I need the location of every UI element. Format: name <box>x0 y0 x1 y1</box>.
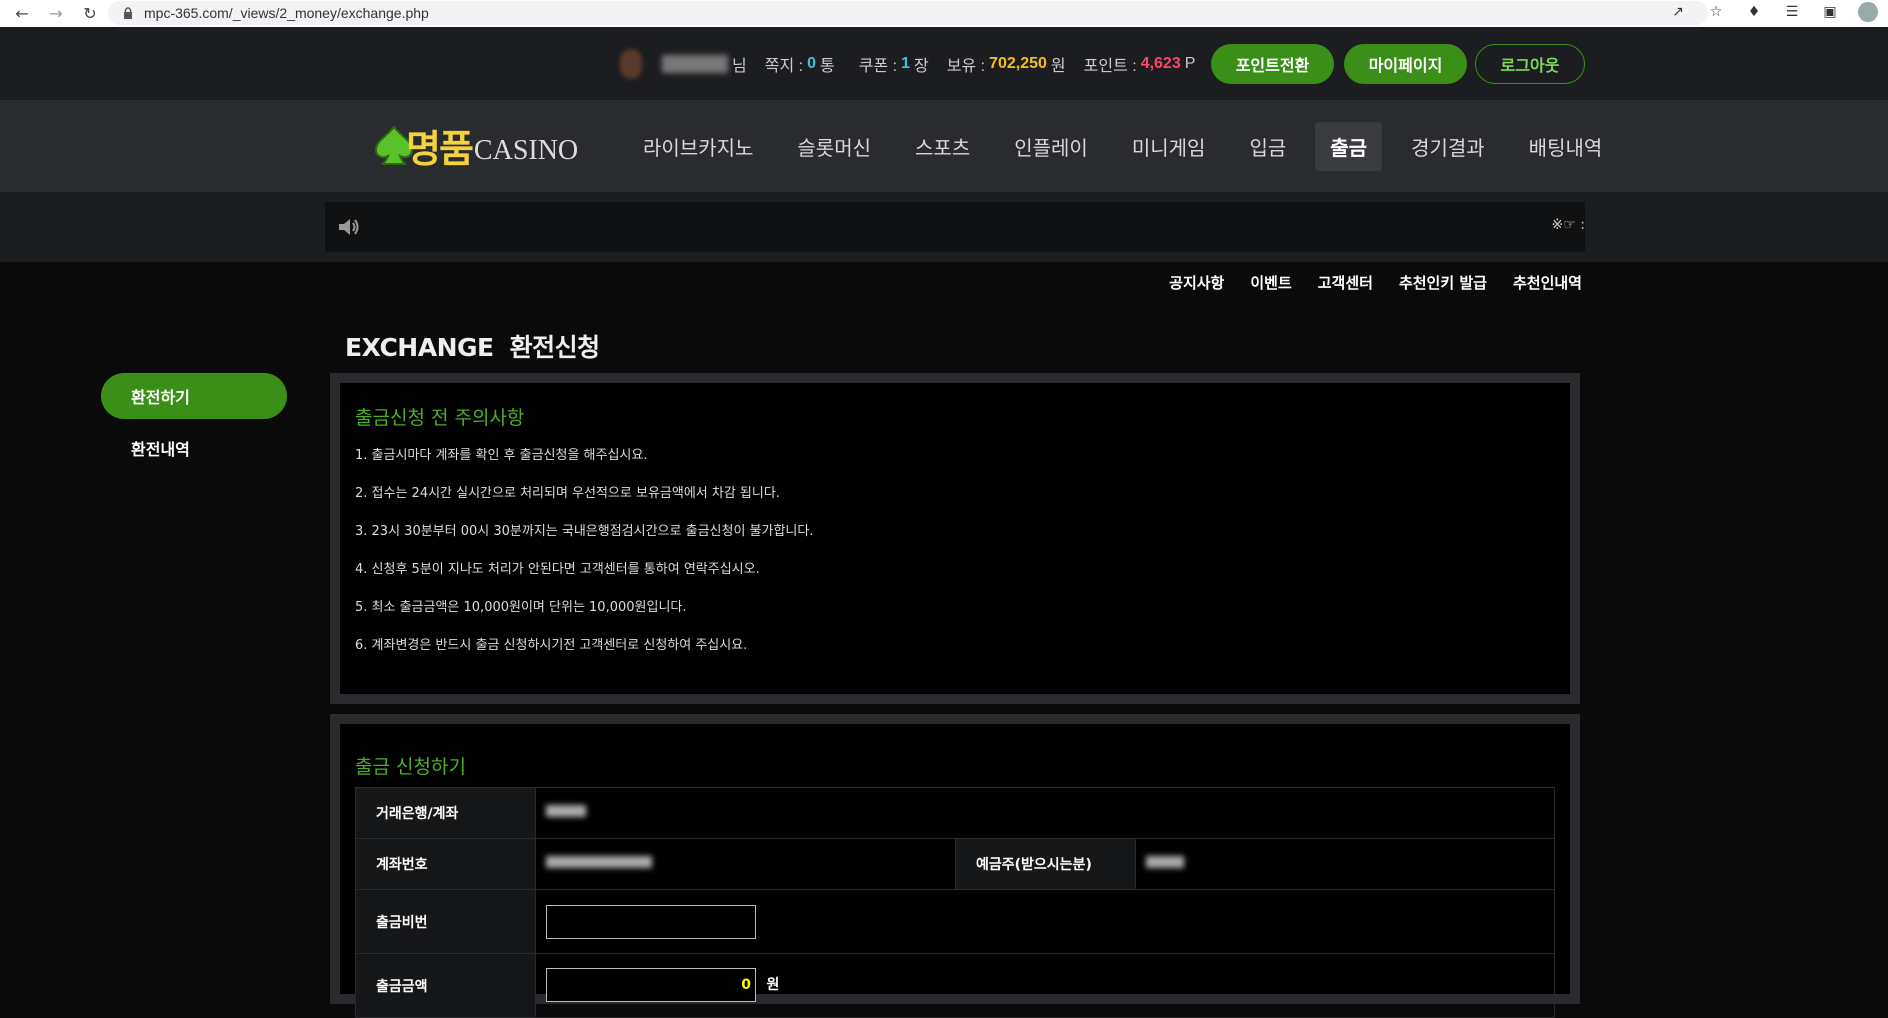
withdraw-password-input[interactable] <box>546 904 756 939</box>
forward-arrow-icon[interactable]: → <box>44 2 68 26</box>
sub-links: 공지사항 이벤트 고객센터 추천인키 발급 추천인내역 <box>1169 272 1582 293</box>
rule-item: 2. 접수는 24시간 실시간으로 처리되며 우선적으로 보유금액에서 차감 됩… <box>355 486 780 501</box>
rule-item: 1. 출금시마다 계좌를 확인 후 출금신청을 해주십시요. <box>355 448 648 463</box>
notice-marquee: ※☞ : <box>1551 217 1585 233</box>
table-row: 거래은행/계좌 <box>355 787 1555 839</box>
user-avatar <box>620 48 642 79</box>
message-label: 쪽지 : <box>764 57 804 75</box>
logout-button[interactable]: 로그아웃 <box>1475 44 1585 84</box>
user-info-bar: 님 쪽지 : 0 통 쿠폰 : 1 장 보유 : 702,250 원 포인트 :… <box>0 27 1888 100</box>
nav-item-4[interactable]: 미니게임 <box>1117 122 1221 171</box>
point-value: 4,623 <box>1140 54 1181 72</box>
nav-item-8[interactable]: 배팅내역 <box>1514 122 1618 171</box>
coupon-unit: 장 <box>913 57 929 75</box>
site-logo[interactable]: 명품 CASINO <box>372 110 578 180</box>
nav-item-5[interactable]: 입금 <box>1234 122 1301 171</box>
address-bar[interactable]: mpc-365.com/_views/2_money/exchange.php <box>108 1 1708 25</box>
sublink-2[interactable]: 고객센터 <box>1318 272 1373 293</box>
notice-panel-heading: 출금신청 전 주의사항 <box>355 407 525 429</box>
nav-item-7[interactable]: 경기결과 <box>1396 122 1500 171</box>
nav-item-1[interactable]: 슬롯머신 <box>782 122 886 171</box>
message-count[interactable]: 0 <box>807 55 816 73</box>
nav-item-0[interactable]: 라이브카지노 <box>628 122 768 171</box>
star-icon[interactable]: ☆ <box>1706 2 1726 22</box>
form-panel-heading: 출금 신청하기 <box>355 756 466 778</box>
account-value <box>535 838 956 890</box>
message-unit: 통 <box>819 57 835 75</box>
rule-item: 6. 계좌변경은 반드시 출금 신청하시기전 고객센터로 신청하여 주십시요. <box>355 638 748 653</box>
nav-item-3[interactable]: 인플레이 <box>999 122 1103 171</box>
notice-panel: 출금신청 전 주의사항 1. 출금시마다 계좌를 확인 후 출금신청을 해주십시… <box>330 373 1580 704</box>
table-row: 출금비번 <box>355 889 1555 954</box>
browser-toolbar: ← → ↻ mpc-365.com/_views/2_money/exchang… <box>0 0 1888 27</box>
password-label: 출금비번 <box>355 889 536 954</box>
username-blurred <box>662 54 728 73</box>
amount-unit: 원 <box>766 977 780 993</box>
withdraw-amount-input[interactable] <box>546 968 756 1002</box>
speaker-icon <box>339 219 359 235</box>
logo-english: CASINO <box>473 135 579 166</box>
holder-label: 예금주(받으시는분) <box>955 838 1136 890</box>
lock-icon <box>124 7 132 19</box>
account-label: 계좌번호 <box>355 838 536 890</box>
page-title-en: EXCHANGE <box>345 333 494 362</box>
holder-value-blurred <box>1146 856 1184 868</box>
notice-wrapper: ※☞ : <box>0 192 1888 262</box>
rule-item: 4. 신청후 5분이 지나도 처리가 안된다면 고객센터를 통하여 연락주십시오… <box>355 562 760 577</box>
page-title: EXCHANGE 환전신청 <box>345 328 600 364</box>
coupon-label: 쿠폰 : <box>858 57 898 75</box>
withdraw-form-panel: 출금 신청하기 거래은행/계좌 계좌번호 예금주(받으시는분) 출금비번 출금금… <box>330 714 1580 1018</box>
amount-label: 출금금액 <box>355 953 536 1018</box>
main-navigation: 명품 CASINO 라이브카지노 슬롯머신 스포츠 인플레이 미니게임 입금 출금 경기결과 배… <box>0 100 1888 192</box>
point-unit: P <box>1184 54 1196 72</box>
suffix-nim: 님 <box>732 57 747 75</box>
rule-item: 3. 23시 30분부터 00시 30분까지는 국내은행점검시간으로 출금신청이… <box>355 524 814 539</box>
balance-label: 보유 : <box>946 57 986 75</box>
side-menu: 환전하기환전내역 <box>101 373 287 477</box>
holder-value <box>1135 838 1555 890</box>
password-cell <box>535 889 1555 954</box>
balance-value: 702,250 <box>989 54 1047 72</box>
balance-unit: 원 <box>1050 57 1066 75</box>
bank-value-blurred <box>546 805 586 817</box>
media-icon[interactable]: ☰ <box>1782 2 1802 22</box>
logo-korean: 명품 <box>406 126 474 171</box>
withdraw-form-table: 거래은행/계좌 계좌번호 예금주(받으시는분) 출금비번 출금금액 원 <box>355 787 1555 1018</box>
sublink-1[interactable]: 이벤트 <box>1250 272 1291 293</box>
page-title-ko: 환전신청 <box>509 333 601 362</box>
reload-icon[interactable]: ↻ <box>78 2 102 26</box>
rules-list: 1. 출금시마다 계좌를 확인 후 출금신청을 해주십시요. 2. 접수는 24시… <box>355 446 1555 674</box>
coupon-count[interactable]: 1 <box>901 55 910 73</box>
mypage-button[interactable]: 마이페이지 <box>1344 44 1467 84</box>
sublink-0[interactable]: 공지사항 <box>1169 272 1224 293</box>
point-convert-button[interactable]: 포인트전환 <box>1211 44 1334 84</box>
amount-cell: 원 <box>535 953 1555 1018</box>
bank-label: 거래은행/계좌 <box>355 787 536 839</box>
extensions-icon[interactable]: ♦ <box>1744 2 1764 22</box>
profile-avatar[interactable] <box>1858 2 1878 22</box>
share-icon[interactable]: ↗ <box>1668 2 1688 22</box>
rule-item: 5. 최소 출금금액은 10,000원이며 단위는 10,000원입니다. <box>355 600 687 615</box>
side-menu-item-0[interactable]: 환전하기 <box>101 373 287 419</box>
nav-item-6[interactable]: 출금 <box>1315 122 1383 171</box>
notice-bar: ※☞ : <box>325 202 1585 252</box>
account-value-blurred <box>546 856 652 868</box>
sublink-3[interactable]: 추천인키 발급 <box>1399 272 1487 293</box>
menu-list: 라이브카지노 슬롯머신 스포츠 인플레이 미니게임 입금 출금 경기결과 배팅내역 <box>628 122 1631 171</box>
table-row: 출금금액 원 <box>355 953 1555 1018</box>
back-arrow-icon[interactable]: ← <box>10 2 34 26</box>
side-menu-item-1[interactable]: 환전내역 <box>101 425 287 471</box>
sidebar-icon[interactable]: ▣ <box>1820 2 1840 22</box>
table-row: 계좌번호 예금주(받으시는분) <box>355 838 1555 890</box>
bank-value <box>535 787 1555 839</box>
point-label: 포인트 : <box>1083 57 1137 75</box>
url-text: mpc-365.com/_views/2_money/exchange.php <box>144 5 429 21</box>
sublink-4[interactable]: 추천인내역 <box>1513 272 1582 293</box>
nav-item-2[interactable]: 스포츠 <box>900 122 985 171</box>
